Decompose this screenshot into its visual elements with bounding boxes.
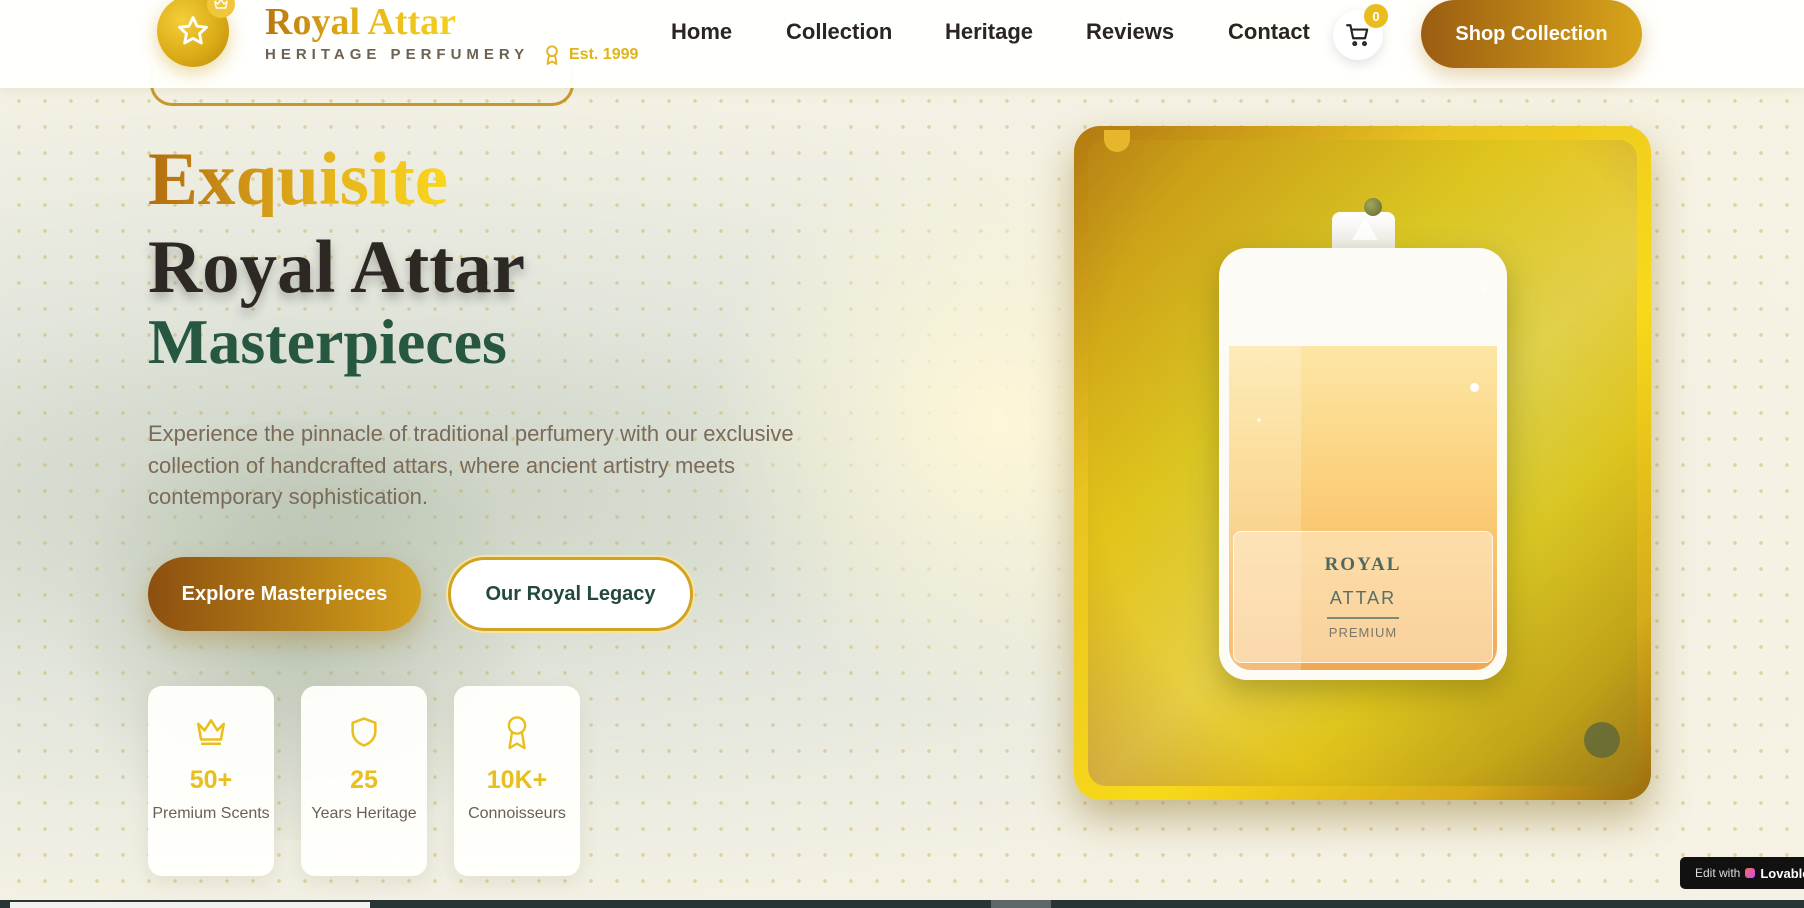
edit-badge-prefix: Edit with: [1695, 866, 1741, 880]
bubble: [1470, 383, 1479, 392]
nav-collection[interactable]: Collection: [786, 19, 892, 45]
bubble: [1257, 418, 1261, 422]
bottle-label: ROYAL ATTAR PREMIUM: [1233, 531, 1493, 663]
explore-masterpieces-button[interactable]: Explore Masterpieces: [148, 557, 421, 631]
decorative-dot: [1584, 722, 1620, 758]
bottle-cap-highlight: [1352, 218, 1378, 240]
established-badge: Est. 1999: [543, 44, 638, 66]
brand-subtitle: HERITAGE PERFUMERY: [265, 46, 530, 63]
lovable-heart-icon: [1745, 868, 1756, 878]
stat-label: Years Heritage: [311, 805, 417, 822]
next-section-segment: [991, 900, 1051, 908]
edit-with-lovable-badge[interactable]: Edit with Lovable: [1680, 857, 1804, 889]
stat-value: 25: [350, 766, 378, 794]
royal-legacy-button[interactable]: Our Royal Legacy: [448, 557, 693, 631]
cart-count-badge: 0: [1364, 4, 1388, 28]
star-icon: [178, 16, 208, 45]
stat-value: 50+: [189, 766, 233, 794]
next-section-thumbnail: [10, 902, 370, 908]
crown-icon: [214, 0, 228, 9]
stat-card-years: 25 Years Heritage: [301, 686, 427, 876]
hero-title-line3: Masterpieces: [148, 306, 507, 377]
shopping-cart-icon: [1346, 24, 1369, 47]
stat-label: Connoisseurs: [468, 805, 566, 822]
nav-home[interactable]: Home: [671, 19, 732, 45]
brand-name[interactable]: Royal Attar: [265, 0, 456, 44]
award-icon: [507, 716, 527, 750]
perfume-bottle-image: ROYAL ATTAR PREMIUM: [1219, 248, 1507, 680]
stat-card-connoisseurs: 10K+ Connoisseurs: [454, 686, 580, 876]
bottle-label-divider: [1327, 617, 1399, 619]
hero-title-line2: Royal Attar: [148, 226, 526, 309]
shop-collection-button[interactable]: Shop Collection: [1421, 0, 1642, 68]
bubble: [1481, 286, 1486, 291]
hero-title-line1: Exquisite: [148, 138, 449, 221]
bottle-label-line1: ROYAL: [1324, 554, 1402, 575]
stat-value: 10K+: [486, 766, 548, 794]
edit-badge-brand: Lovable: [1760, 865, 1804, 881]
bottle-label-line3: PREMIUM: [1328, 625, 1398, 640]
stat-label: Premium Scents: [152, 805, 270, 822]
established-text: Est. 1999: [569, 46, 639, 63]
nav-contact[interactable]: Contact: [1228, 19, 1310, 45]
crown-icon: [196, 719, 226, 746]
award-icon: [546, 45, 558, 65]
bottle-knob: [1364, 198, 1382, 216]
stat-card-scents: 50+ Premium Scents: [148, 686, 274, 876]
shield-icon: [351, 717, 377, 747]
site-header: Royal Attar HERITAGE PERFUMERY Est. 1999…: [0, 0, 1804, 88]
hero-description: Experience the pinnacle of traditional p…: [148, 421, 794, 509]
nav-reviews[interactable]: Reviews: [1086, 19, 1174, 45]
nav-heritage[interactable]: Heritage: [945, 19, 1033, 45]
bottle-label-line2: ATTAR: [1329, 588, 1397, 608]
